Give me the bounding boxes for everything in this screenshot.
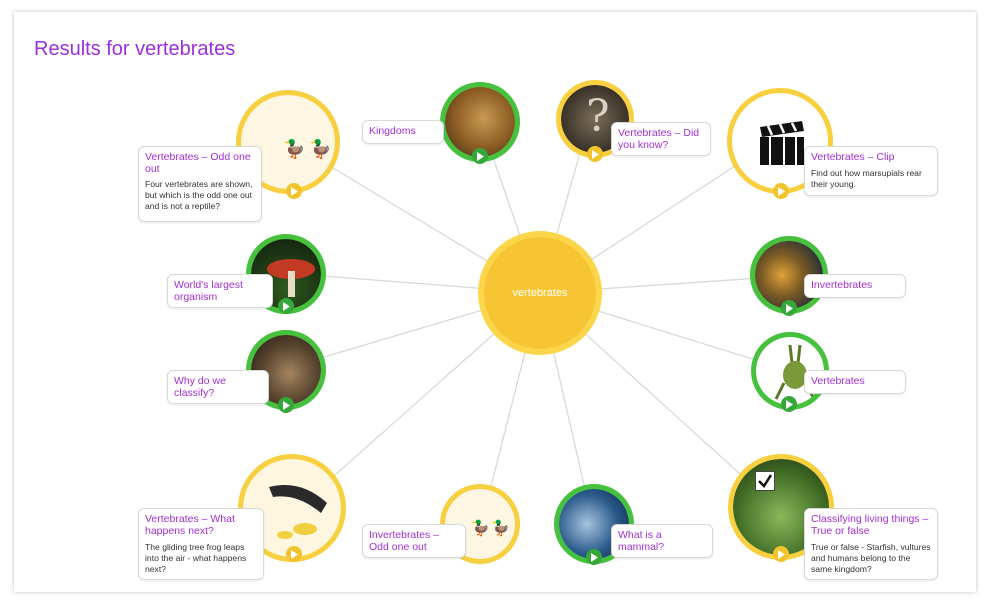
result-title: Classifying living things – True or fals… — [811, 513, 929, 537]
play-icon[interactable] — [587, 146, 603, 162]
result-card[interactable]: What is a mammal? — [611, 524, 713, 558]
play-icon[interactable] — [586, 549, 602, 565]
result-title: Invertebrates – Odd one out — [369, 529, 440, 553]
hub-inner: vertebrates — [484, 237, 596, 349]
play-icon[interactable] — [773, 183, 789, 199]
result-description: Find out how marsupials rear their young… — [811, 168, 922, 189]
result-description: True or false - Starfish, vultures and h… — [811, 542, 931, 574]
result-title: Vertebrates — [811, 375, 865, 387]
result-title: Vertebrates – Odd one out — [145, 151, 251, 175]
play-icon[interactable] — [773, 546, 789, 562]
question-mark-icon: ? — [586, 91, 610, 142]
result-description: The gliding tree frog leaps into the air… — [145, 542, 247, 574]
frog-leap-image — [269, 485, 327, 539]
play-icon[interactable] — [278, 397, 294, 413]
play-icon[interactable] — [781, 300, 797, 316]
result-card[interactable]: Invertebrates – Odd one out — [362, 524, 466, 558]
result-title: What is a mammal? — [618, 529, 665, 553]
result-title: Vertebrates – What happens next? — [145, 513, 235, 537]
play-icon[interactable] — [286, 183, 302, 199]
play-icon[interactable] — [472, 148, 488, 164]
play-icon[interactable] — [278, 298, 294, 314]
result-title: Vertebrates – Did you know? — [618, 127, 700, 151]
duck-icon: 🦆 — [471, 520, 490, 537]
result-card[interactable]: Vertebrates — [804, 370, 906, 394]
result-card[interactable]: Kingdoms — [362, 120, 444, 144]
result-title: Vertebrates – Clip — [811, 151, 895, 163]
lion-image — [445, 87, 515, 157]
result-card[interactable]: Vertebrates – Did you know? — [611, 122, 711, 156]
result-title: Kingdoms — [369, 125, 416, 137]
result-card[interactable]: Why do we classify? — [167, 370, 269, 404]
play-icon[interactable] — [286, 546, 302, 562]
result-description: Four vertebrates are shown, but which is… — [145, 179, 253, 211]
clapperboard-icon — [760, 121, 804, 165]
result-title: Invertebrates — [811, 279, 873, 291]
hub-label: vertebrates — [512, 287, 568, 299]
play-icon[interactable] — [781, 396, 797, 412]
duck-icon: 🦆 — [309, 139, 332, 159]
result-card[interactable]: World's largest organism — [167, 274, 273, 308]
result-card[interactable]: Vertebrates – What happens next? The gli… — [138, 508, 264, 580]
result-card[interactable]: Vertebrates – Odd one out Four vertebrat… — [138, 146, 262, 222]
duck-icon: 🦆 — [491, 520, 510, 537]
duck-icon: 🦆 — [283, 139, 306, 159]
hub-vertebrates[interactable]: vertebrates — [478, 231, 602, 355]
result-title: World's largest organism — [174, 279, 243, 303]
result-card[interactable]: Classifying living things – True or fals… — [804, 508, 938, 580]
result-card[interactable]: Invertebrates — [804, 274, 906, 298]
checkmark-icon — [755, 471, 775, 491]
result-card[interactable]: Vertebrates – Clip Find out how marsupia… — [804, 146, 938, 196]
result-title: Why do we classify? — [174, 375, 226, 399]
